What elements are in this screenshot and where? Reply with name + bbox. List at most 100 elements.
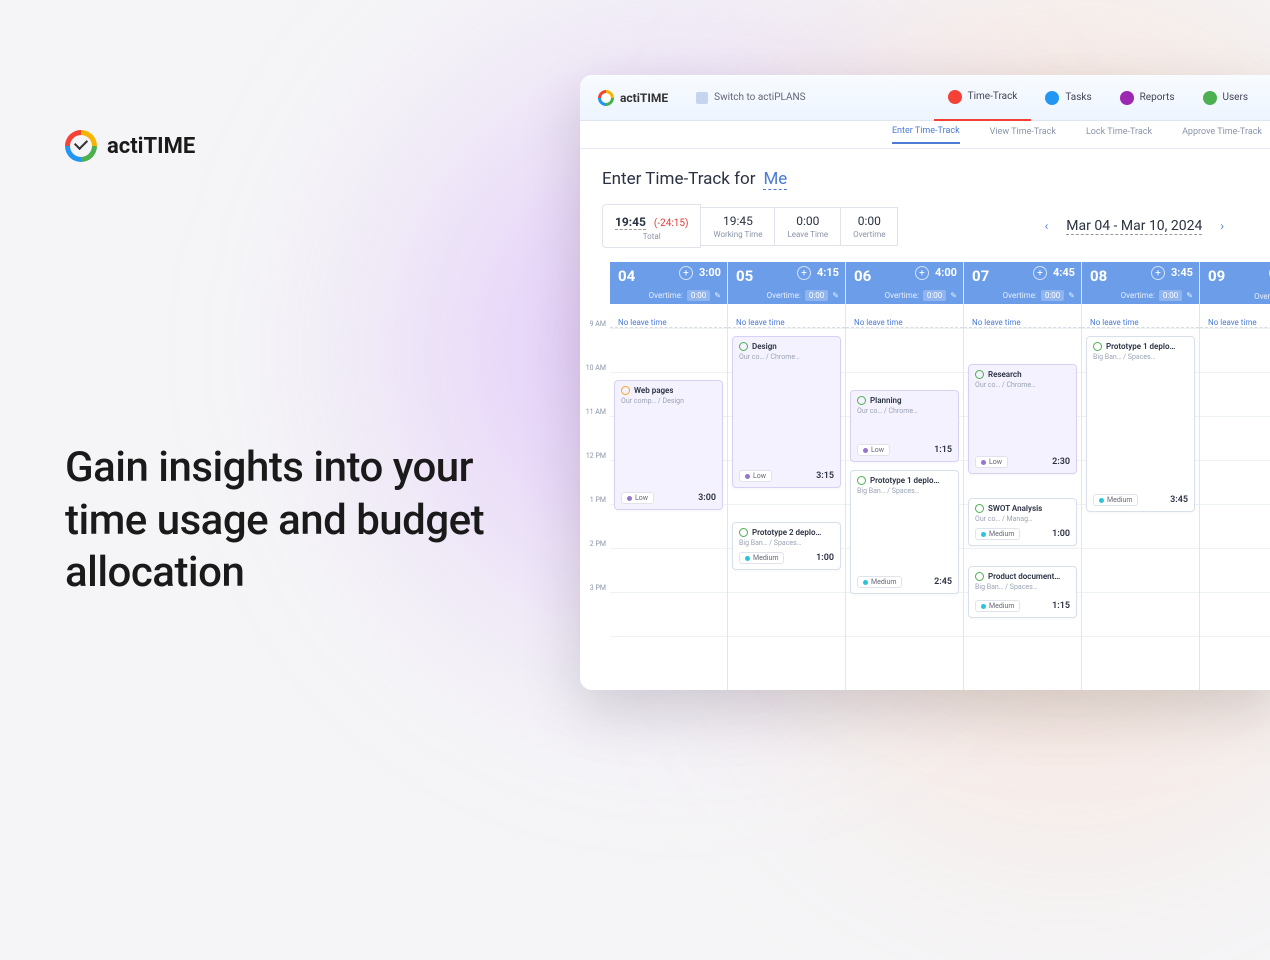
task-duration: 2:30 [1052, 457, 1070, 467]
user-selector[interactable]: Me [763, 169, 787, 190]
clock-icon [975, 504, 984, 513]
task-title: Prototype 1 deplo… [1106, 342, 1175, 351]
priority-tag[interactable]: Medium [975, 600, 1020, 612]
clock-icon [739, 528, 748, 537]
add-entry-button[interactable]: + [797, 266, 811, 280]
task-title: Prototype 2 deplo… [752, 528, 821, 537]
subtab-approve-time-track[interactable]: Approve Time-Track [1182, 127, 1262, 143]
task-card[interactable]: Product document… Big Ban… / Spaces… Med… [968, 566, 1077, 618]
add-entry-button[interactable]: + [1151, 266, 1165, 280]
headline: Gain insights into your time usage and b… [65, 442, 505, 600]
priority-tag[interactable]: Low [621, 492, 654, 504]
topbar: actiTIME Switch to actiPLANS Time-TrackT… [580, 75, 1270, 121]
task-duration: 3:45 [1170, 495, 1188, 505]
day-total: 3:00 [699, 266, 721, 279]
nav-tab-time-track[interactable]: Time-Track [934, 75, 1032, 121]
overtime-value[interactable]: 0:00 [687, 290, 710, 301]
overtime-value[interactable]: 0:00 [923, 290, 946, 301]
task-title: Product document… [988, 572, 1060, 581]
overtime-value[interactable]: 0:00 [805, 290, 828, 301]
day-column: 04 + 3:00 Overtime: 0:00 ✎ No leave time… [610, 262, 728, 690]
summary-diff: (-24:15) [654, 218, 689, 229]
task-card[interactable]: Design Our co… / Chrome… Low 3:15 [732, 336, 841, 488]
day-column: 07 + 4:45 Overtime: 0:00 ✎ No leave time… [964, 262, 1082, 690]
nav-tabs: Time-TrackTasksReportsUsers [934, 75, 1262, 121]
edit-icon[interactable]: ✎ [714, 291, 721, 300]
time-label: 9 AM [580, 320, 610, 364]
day-header: 08 + 3:45 Overtime: 0:00 ✎ [1082, 262, 1199, 304]
task-duration: 1:15 [934, 445, 952, 455]
task-card[interactable]: SWOT Analysis Our co… / Manag… Medium 1:… [968, 498, 1077, 546]
switch-actiplans-link[interactable]: Switch to actiPLANS [696, 92, 806, 104]
day-header: 09 + Overtime: ✎ [1200, 262, 1270, 304]
prev-week-button[interactable]: ‹ [1041, 215, 1053, 237]
clock-icon [1093, 342, 1102, 351]
priority-tag[interactable]: Low [857, 444, 890, 456]
date-range-text[interactable]: Mar 04 - Mar 10, 2024 [1066, 218, 1202, 235]
no-leave-link[interactable]: No leave time [854, 318, 903, 327]
nav-icon [1120, 91, 1134, 105]
add-entry-button[interactable]: + [915, 266, 929, 280]
task-card[interactable]: Prototype 1 deplo… Big Ban… / Spaces… Me… [850, 470, 959, 594]
clock-icon [621, 386, 630, 395]
app-logo-text: actiTIME [620, 91, 668, 105]
time-label: 10 AM [580, 364, 610, 408]
priority-tag[interactable]: Medium [739, 552, 784, 564]
priority-tag[interactable]: Low [739, 470, 772, 482]
add-entry-button[interactable]: + [679, 266, 693, 280]
task-title: Prototype 1 deplo… [870, 476, 939, 485]
no-leave-link[interactable]: No leave time [1090, 318, 1139, 327]
priority-tag[interactable]: Medium [975, 528, 1020, 540]
task-card[interactable]: Planning Our co… / Chrome… Low 1:15 [850, 390, 959, 462]
priority-tag[interactable]: Medium [1093, 494, 1138, 506]
clock-icon [857, 396, 866, 405]
date-range-picker: ‹ Mar 04 - Mar 10, 2024 › [1041, 215, 1228, 237]
task-path: Big Ban… / Spaces… [857, 487, 952, 495]
next-week-button[interactable]: › [1216, 215, 1228, 237]
edit-icon[interactable]: ✎ [1068, 291, 1075, 300]
priority-tag[interactable]: Medium [857, 576, 902, 588]
overtime-value[interactable]: 0:00 [1041, 290, 1064, 301]
task-card[interactable]: Web pages Our comp… / Design Low 3:00 [614, 380, 723, 510]
nav-tab-tasks[interactable]: Tasks [1031, 75, 1105, 121]
summary-leave: 0:00 Leave Time [775, 207, 841, 246]
brand-logo: actiTIME [65, 130, 505, 162]
task-card[interactable]: Prototype 2 deplo… Big Ban… / Spaces… Me… [732, 522, 841, 570]
task-path: Big Ban… / Spaces… [739, 539, 834, 547]
no-leave-link[interactable]: No leave time [1208, 318, 1257, 327]
task-title: SWOT Analysis [988, 504, 1042, 513]
time-label: 1 PM [580, 496, 610, 540]
task-card[interactable]: Research Our co… / Chrome… Low 2:30 [968, 364, 1077, 474]
edit-icon[interactable]: ✎ [1186, 291, 1193, 300]
task-card[interactable]: Prototype 1 deplo… Big Ban… / Spaces… Me… [1086, 336, 1195, 512]
task-path: Our co… / Chrome… [739, 353, 834, 361]
overtime-label: Overtime: [1121, 291, 1155, 300]
edit-icon[interactable]: ✎ [950, 291, 957, 300]
nav-tab-reports[interactable]: Reports [1106, 75, 1189, 121]
day-number: 07 [972, 267, 989, 285]
task-title: Research [988, 370, 1022, 379]
overtime-value[interactable]: 0:00 [1159, 290, 1182, 301]
add-entry-button[interactable]: + [1033, 266, 1047, 280]
app-logo[interactable]: actiTIME [598, 90, 668, 106]
task-duration: 3:00 [698, 493, 716, 503]
day-number: 05 [736, 267, 753, 285]
no-leave-link[interactable]: No leave time [972, 318, 1021, 327]
clock-icon [975, 572, 984, 581]
summary-total-value: 19:45 [615, 215, 646, 230]
clock-icon [739, 342, 748, 351]
no-leave-link[interactable]: No leave time [736, 318, 785, 327]
subtab-lock-time-track[interactable]: Lock Time-Track [1086, 127, 1152, 143]
task-path: Our co… / Manag… [975, 515, 1070, 523]
edit-icon[interactable]: ✎ [832, 291, 839, 300]
day-number: 04 [618, 267, 635, 285]
time-label: 3 PM [580, 584, 610, 628]
summary-total[interactable]: 19:45 (-24:15) Total [602, 204, 701, 248]
no-leave-link[interactable]: No leave time [618, 318, 667, 327]
subtab-enter-time-track[interactable]: Enter Time-Track [892, 126, 960, 144]
nav-icon [1203, 91, 1217, 105]
summary-working: 19:45 Working Time [701, 207, 775, 246]
priority-tag[interactable]: Low [975, 456, 1008, 468]
subtab-view-time-track[interactable]: View Time-Track [990, 127, 1056, 143]
nav-tab-users[interactable]: Users [1189, 75, 1263, 121]
